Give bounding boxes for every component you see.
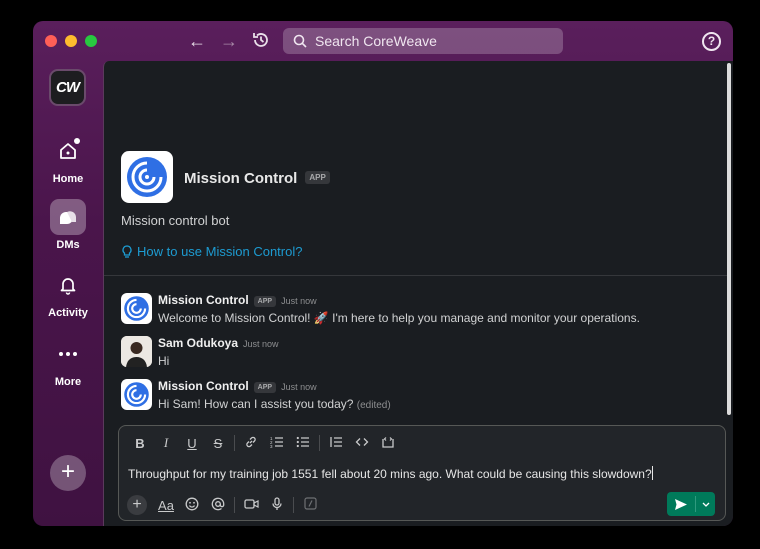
home-icon: [50, 133, 86, 169]
svg-text:3: 3: [270, 444, 273, 449]
italic-button[interactable]: I: [153, 435, 179, 451]
message-composer[interactable]: B I U S 123 Throughput for my training j…: [118, 425, 726, 521]
formatting-toolbar: B I U S 123: [127, 433, 401, 453]
how-to-link[interactable]: How to use Mission Control?: [121, 244, 302, 259]
message-input[interactable]: Throughput for my training job 1551 fell…: [128, 466, 653, 481]
message-input-text: Throughput for my training job 1551 fell…: [128, 467, 652, 481]
toolbar-separator: [293, 497, 294, 513]
attach-plus-button[interactable]: +: [127, 495, 147, 515]
message-author[interactable]: Sam Odukoya: [158, 336, 238, 350]
minimize-window-button[interactable]: [65, 35, 77, 47]
search-bar[interactable]: Search CoreWeave: [283, 28, 563, 54]
mission-control-avatar: [121, 151, 173, 203]
message-body: Hi Sam! How can I assist you today?: [158, 397, 354, 411]
conversation-panel: Mission Control APP Mission control bot H…: [103, 61, 733, 526]
schedule-send-dropdown[interactable]: [696, 492, 715, 516]
sidebar-item-label: More: [54, 376, 82, 388]
message-text: Hi Sam! How can I assist you today? (edi…: [158, 397, 391, 411]
bell-icon: [50, 267, 86, 303]
code-icon[interactable]: [349, 435, 375, 452]
scrollbar[interactable]: [727, 63, 731, 415]
app-window: ← → Search CoreWeave ? CW Home DMs Activ…: [33, 21, 733, 526]
mission-control-avatar[interactable]: [121, 293, 152, 324]
bot-name-text: Mission Control: [184, 170, 298, 187]
mission-control-avatar[interactable]: [121, 379, 152, 410]
bold-button[interactable]: B: [127, 436, 153, 451]
code-block-icon[interactable]: [375, 435, 401, 452]
app-badge: APP: [305, 171, 330, 184]
slash-command-icon[interactable]: [297, 497, 323, 513]
bot-description: Mission control bot: [121, 213, 230, 228]
sidebar-item-label: Home: [52, 173, 84, 185]
microphone-icon[interactable]: [264, 496, 290, 514]
sidebar-item-home[interactable]: Home: [33, 133, 103, 185]
app-badge: APP: [253, 296, 277, 307]
message-author[interactable]: Mission Control: [158, 293, 249, 307]
sidebar-item-activity[interactable]: Activity: [33, 267, 103, 319]
message-timestamp[interactable]: Just now: [243, 339, 279, 349]
search-icon: [293, 34, 307, 48]
divider: [104, 275, 727, 276]
message-author[interactable]: Mission Control: [158, 379, 249, 393]
mention-icon[interactable]: [205, 497, 231, 514]
message-timestamp[interactable]: Just now: [281, 382, 317, 392]
blockquote-icon[interactable]: [323, 435, 349, 452]
sidebar-item-label: DMs: [56, 239, 80, 251]
ordered-list-icon[interactable]: 123: [264, 435, 290, 452]
video-icon[interactable]: [238, 498, 264, 513]
message-header: Mission Control APP Just now: [158, 293, 317, 307]
message-text: Welcome to Mission Control! 🚀 I'm here t…: [158, 311, 640, 325]
forward-arrow-icon[interactable]: →: [218, 30, 240, 52]
title-bar: ← → Search CoreWeave ?: [33, 21, 733, 61]
message-header: Sam Odukoya Just now: [158, 336, 279, 350]
back-arrow-icon[interactable]: ←: [186, 30, 208, 52]
chevron-down-icon: [702, 502, 709, 507]
send-button-group: [667, 492, 715, 516]
lightbulb-icon: [122, 244, 132, 258]
bot-name: Mission Control APP: [184, 170, 330, 187]
emoji-icon[interactable]: [179, 497, 205, 514]
search-placeholder: Search CoreWeave: [315, 33, 437, 49]
sidebar-rail: CW Home DMs Activity More +: [33, 61, 103, 526]
message-header: Mission Control APP Just now: [158, 379, 317, 393]
edited-label: (edited): [356, 400, 391, 411]
text-format-button[interactable]: Aa: [153, 498, 179, 513]
sidebar-item-dms[interactable]: DMs: [33, 199, 103, 251]
sidebar-item-more[interactable]: More: [33, 336, 103, 388]
composer-actions: + Aa: [127, 494, 323, 516]
add-workspace-button[interactable]: +: [50, 455, 86, 491]
bullet-list-icon[interactable]: [290, 435, 316, 452]
send-icon: [675, 498, 687, 510]
link-icon[interactable]: [238, 435, 264, 452]
user-avatar[interactable]: [121, 336, 152, 367]
workspace-logo[interactable]: CW: [49, 69, 86, 106]
underline-button[interactable]: U: [179, 436, 205, 451]
dms-icon: [50, 199, 86, 235]
help-icon[interactable]: ?: [702, 32, 721, 51]
sidebar-item-label: Activity: [48, 307, 88, 319]
message-text: Hi: [158, 354, 170, 368]
toolbar-separator: [319, 435, 320, 451]
message-timestamp[interactable]: Just now: [281, 296, 317, 306]
unread-dot: [74, 138, 80, 144]
text-caret: [651, 466, 653, 480]
toolbar-separator: [234, 435, 235, 451]
strikethrough-button[interactable]: S: [205, 436, 231, 451]
how-to-link-text: How to use Mission Control?: [137, 244, 303, 259]
history-icon[interactable]: [250, 30, 272, 52]
send-button[interactable]: [667, 492, 695, 516]
close-window-button[interactable]: [45, 35, 57, 47]
more-icon: [50, 336, 86, 372]
maximize-window-button[interactable]: [85, 35, 97, 47]
toolbar-separator: [234, 497, 235, 513]
app-badge: APP: [253, 382, 277, 393]
